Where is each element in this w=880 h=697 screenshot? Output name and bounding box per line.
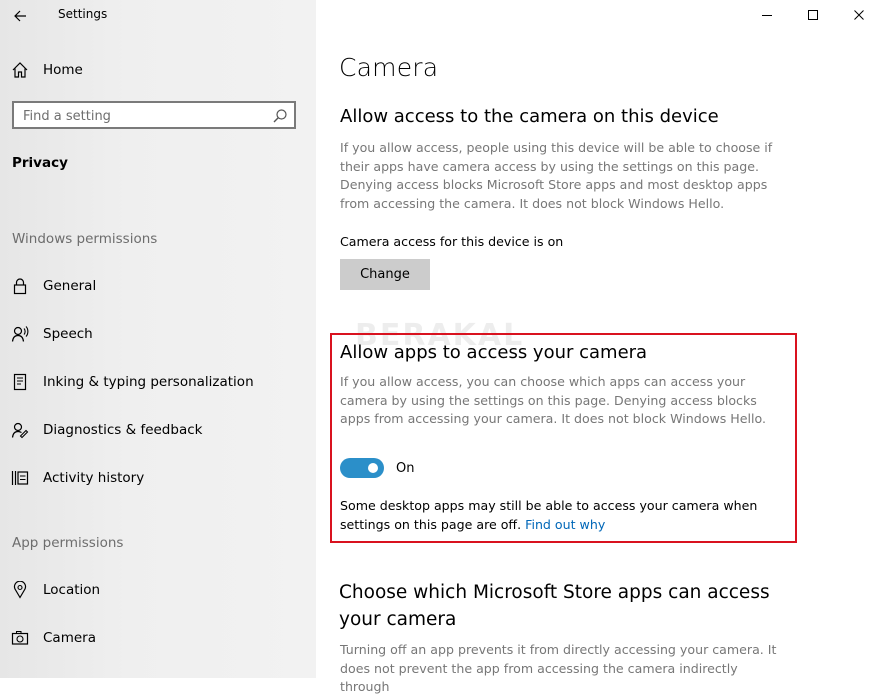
sidebar-item-home[interactable]: Home (0, 50, 316, 90)
app-title: Settings (58, 7, 108, 21)
section-title-privacy: Privacy (12, 155, 68, 171)
sidebar-item-label: Camera (43, 630, 96, 646)
search-input[interactable] (23, 107, 263, 125)
home-icon (10, 60, 30, 80)
apps-access-toggle[interactable] (340, 458, 384, 478)
page-title: Camera (339, 53, 439, 82)
sidebar-item-camera[interactable]: Camera (0, 618, 316, 658)
change-button[interactable]: Change (340, 259, 430, 290)
search-icon[interactable] (272, 108, 288, 124)
sidebar-item-speech[interactable]: Speech (0, 314, 316, 354)
toggle-state-label: On (396, 461, 415, 476)
search-box[interactable] (12, 101, 296, 129)
sidebar-item-label: General (43, 278, 97, 294)
back-button[interactable] (10, 4, 34, 28)
sidebar-item-label: Diagnostics & feedback (43, 422, 203, 438)
sidebar-item-activity-history[interactable]: Activity history (0, 458, 316, 498)
title-bar: Settings (0, 0, 316, 32)
sidebar-item-general[interactable]: General (0, 266, 316, 306)
toggle-knob (368, 463, 378, 473)
store-apps-description: Turning off an app prevents it from dire… (340, 642, 777, 694)
inking-icon (10, 372, 30, 392)
device-access-heading: Allow access to the camera on this devic… (340, 106, 719, 127)
apps-access-description: If you allow access, you can choose whic… (340, 374, 767, 426)
location-icon (10, 580, 30, 600)
sidebar-item-label: Location (43, 582, 101, 598)
diagnostics-icon (10, 420, 30, 440)
close-button[interactable] (836, 0, 880, 30)
sidebar-item-label: Speech (43, 326, 93, 342)
speech-icon (10, 324, 30, 344)
group-label-app-permissions: App permissions (12, 535, 124, 551)
desktop-apps-note: Some desktop apps may still be able to a… (340, 497, 770, 534)
find-out-why-link[interactable]: Find out why (525, 517, 605, 532)
back-arrow-icon (14, 10, 26, 22)
sidebar-item-label: Inking & typing personalization (43, 374, 254, 390)
camera-icon (10, 628, 30, 648)
sidebar-item-location[interactable]: Location (0, 570, 316, 610)
apps-access-heading: Allow apps to access your camera (340, 342, 648, 363)
activity-history-icon (10, 468, 30, 488)
sidebar-item-diagnostics[interactable]: Diagnostics & feedback (0, 410, 316, 450)
maximize-icon (808, 10, 818, 20)
close-icon (854, 10, 864, 20)
sidebar-item-label: Home (43, 62, 83, 78)
minimize-button[interactable] (744, 0, 790, 30)
sidebar: Settings Home Privacy Windows permission… (0, 0, 316, 678)
sidebar-item-label: Activity history (43, 470, 145, 486)
device-access-description: If you allow access, people using this d… (340, 140, 773, 211)
window-controls (316, 0, 880, 32)
group-label-windows-permissions: Windows permissions (12, 231, 158, 247)
device-access-status: Camera access for this device is on (340, 234, 564, 249)
maximize-button[interactable] (790, 0, 836, 30)
store-apps-heading: Choose which Microsoft Store apps can ac… (339, 582, 770, 630)
minimize-icon (762, 15, 772, 16)
sidebar-item-inking-typing[interactable]: Inking & typing personalization (0, 362, 316, 402)
lock-icon (10, 276, 30, 296)
